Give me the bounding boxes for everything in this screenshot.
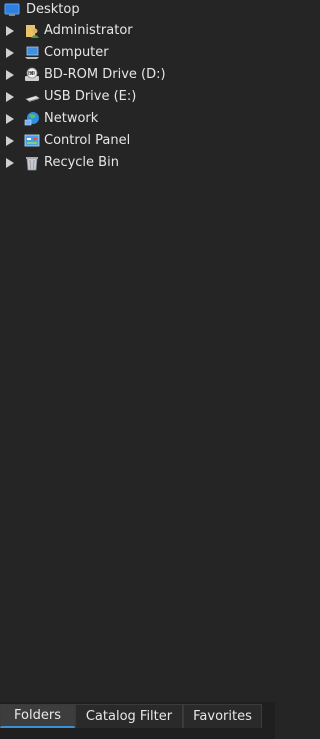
expand-arrow-icon[interactable] bbox=[6, 70, 14, 80]
tree-item-label: Network bbox=[44, 111, 99, 126]
folders-panel: Desktop Administrator Computer BD BD-ROM… bbox=[0, 0, 275, 739]
expand-arrow-icon[interactable] bbox=[6, 26, 14, 36]
tab-label: Favorites bbox=[193, 709, 252, 724]
optical-drive-icon: BD bbox=[24, 67, 40, 83]
tree-item-label: BD-ROM Drive (D:) bbox=[44, 67, 166, 82]
tab-catalog-filter[interactable]: Catalog Filter bbox=[75, 704, 183, 728]
tree-item-network[interactable]: Network bbox=[0, 108, 275, 130]
tree-item-desktop[interactable]: Desktop bbox=[0, 0, 275, 21]
computer-icon bbox=[24, 45, 40, 61]
tree-item-label: USB Drive (E:) bbox=[44, 89, 137, 104]
tree-item-control-panel[interactable]: Control Panel bbox=[0, 130, 275, 152]
network-icon bbox=[24, 111, 40, 127]
tab-label: Folders bbox=[14, 708, 61, 723]
tree-item-bd-rom-drive[interactable]: BD BD-ROM Drive (D:) bbox=[0, 64, 275, 86]
user-folder-icon bbox=[24, 23, 40, 39]
tree-item-label: Recycle Bin bbox=[44, 155, 119, 170]
control-panel-icon bbox=[24, 133, 40, 149]
usb-drive-icon bbox=[24, 89, 40, 105]
expand-arrow-icon[interactable] bbox=[6, 114, 14, 124]
tree-item-label: Control Panel bbox=[44, 133, 131, 148]
tab-folders[interactable]: Folders bbox=[0, 704, 75, 728]
tree-item-usb-drive[interactable]: USB Drive (E:) bbox=[0, 86, 275, 108]
tab-favorites[interactable]: Favorites bbox=[183, 704, 262, 728]
tree-item-recycle-bin[interactable]: Recycle Bin bbox=[0, 152, 275, 174]
expand-arrow-icon[interactable] bbox=[6, 48, 14, 58]
tab-label: Catalog Filter bbox=[85, 709, 173, 724]
tree-item-computer[interactable]: Computer bbox=[0, 42, 275, 64]
svg-text:BD: BD bbox=[28, 71, 35, 77]
recycle-bin-icon bbox=[24, 155, 40, 171]
panel-tab-bar: Folders Catalog Filter Favorites bbox=[0, 702, 275, 739]
tree-item-label: Desktop bbox=[26, 2, 80, 17]
expand-arrow-icon[interactable] bbox=[6, 158, 14, 168]
desktop-icon bbox=[4, 2, 20, 18]
expand-arrow-icon[interactable] bbox=[6, 92, 14, 102]
tree-item-label: Administrator bbox=[44, 23, 133, 38]
tree-item-administrator[interactable]: Administrator bbox=[0, 20, 275, 42]
expand-arrow-icon[interactable] bbox=[6, 136, 14, 146]
folder-tree: Desktop Administrator Computer BD BD-ROM… bbox=[0, 0, 275, 700]
tree-item-label: Computer bbox=[44, 45, 109, 60]
